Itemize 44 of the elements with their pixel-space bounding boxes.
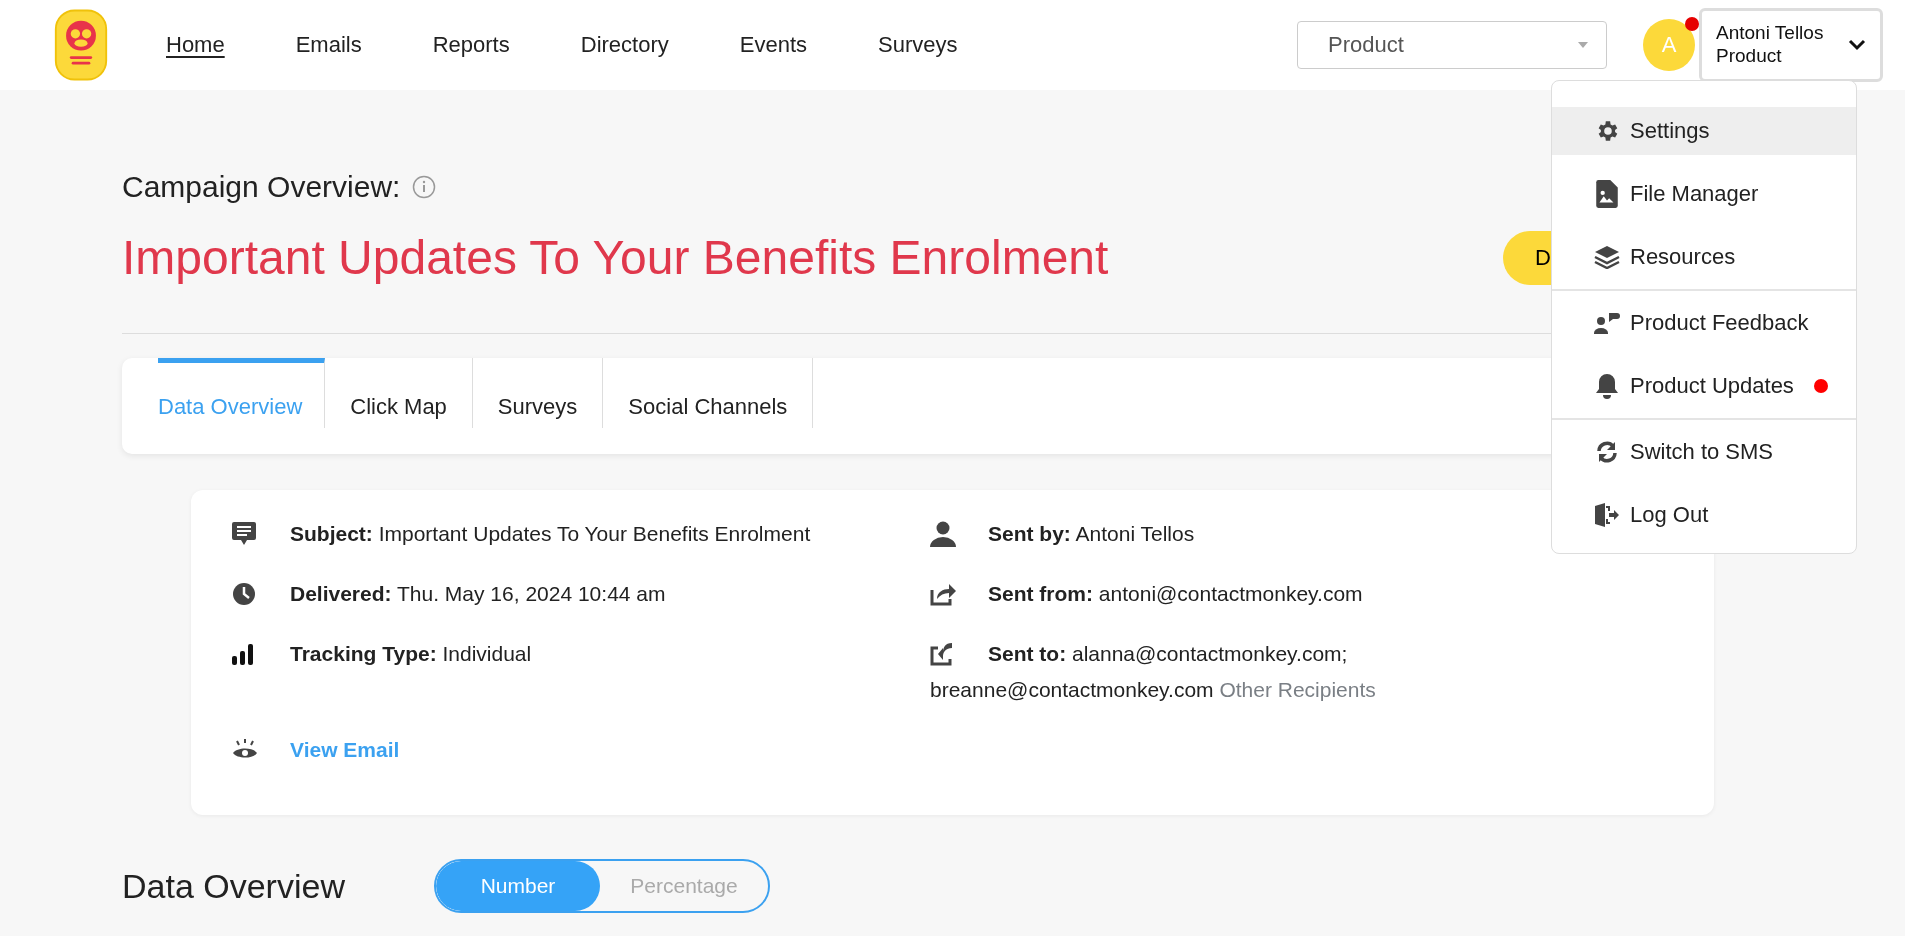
nav-link[interactable]: Emails	[295, 32, 362, 58]
person-icon	[930, 521, 956, 547]
user-menu-button[interactable]: Antoni Tellos Product	[1699, 8, 1883, 82]
nav-link[interactable]: Events	[739, 32, 808, 58]
other-recipients-link[interactable]: Other Recipients	[1219, 678, 1376, 701]
menu-item[interactable]: Product Feedback	[1552, 299, 1856, 347]
organization-select[interactable]: Product	[1297, 21, 1607, 69]
chevron-icon	[1848, 39, 1866, 51]
caret-icon	[1578, 42, 1588, 48]
clock-icon	[232, 582, 256, 606]
nav-link[interactable]: Directory	[580, 32, 669, 58]
bell-icon	[1596, 373, 1618, 399]
chat-people-icon	[1594, 311, 1620, 335]
tab[interactable]: Social Channels	[603, 358, 814, 428]
refresh-icon	[1595, 440, 1619, 464]
nav-link[interactable]: Home	[166, 32, 225, 58]
menu-item[interactable]: Resources	[1552, 233, 1856, 281]
image-file-icon	[1596, 180, 1618, 208]
detail-text: breanne@contactmonkey.com Other Recipients	[930, 677, 1376, 703]
menu-item[interactable]: File Manager	[1552, 170, 1856, 218]
detail-text: Delivered: Thu. May 16, 2024 10:44 am	[290, 581, 666, 607]
tab[interactable]: Click Map	[325, 358, 473, 428]
menu-item[interactable]: Log Out	[1552, 491, 1856, 539]
detail-text: Sent to: alanna@contactmonkey.com;	[988, 641, 1348, 667]
detail-text: Sent from: antoni@contactmonkey.com	[988, 581, 1363, 607]
campaign-title: Important Updates To Your Benefits Enrolment	[122, 230, 1109, 285]
layers-icon	[1594, 245, 1620, 269]
bar-signal-icon	[232, 643, 254, 665]
logout-icon	[1594, 503, 1620, 527]
menu-item[interactable]: Settings	[1552, 107, 1856, 155]
nav-link[interactable]: Surveys	[878, 32, 958, 58]
section-label: Campaign Overview:	[122, 170, 401, 204]
detail-text: Tracking Type: Individual	[290, 641, 532, 667]
share-icon	[930, 582, 956, 606]
nav-link[interactable]: Reports	[432, 32, 510, 58]
menu-item[interactable]: Switch to SMS	[1552, 428, 1856, 476]
tab[interactable]: Surveys	[472, 358, 604, 428]
detail-text: Sent by: Antoni Tellos	[988, 521, 1195, 547]
monkey-logo[interactable]	[53, 7, 109, 83]
message-icon	[232, 521, 256, 547]
info-icon[interactable]	[412, 175, 437, 199]
detail-text: Subject: Important Updates To Your Benefits Enrolment	[290, 521, 811, 547]
section-heading: Data Overview	[122, 866, 346, 906]
menu-item[interactable]: Product Updates	[1552, 362, 1856, 410]
